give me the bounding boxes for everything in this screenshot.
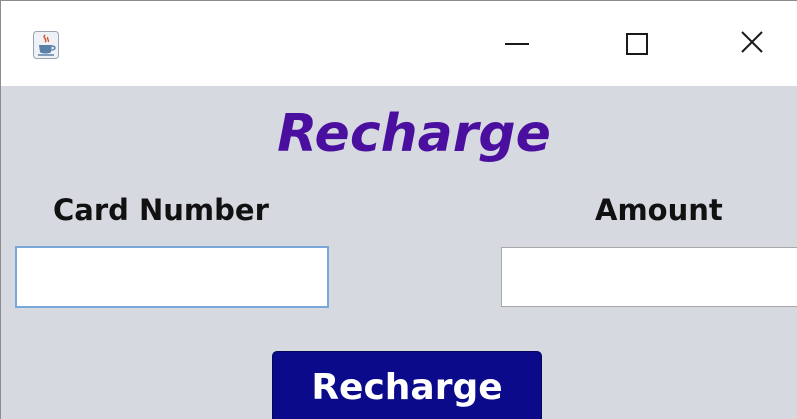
amount-field[interactable] <box>501 247 797 307</box>
minimize-button[interactable] <box>481 1 553 86</box>
card-number-field[interactable] <box>15 246 329 308</box>
card-number-label: Card Number <box>53 193 269 227</box>
maximize-button[interactable] <box>601 1 673 86</box>
amount-label: Amount <box>595 193 723 227</box>
minimize-icon <box>505 42 529 45</box>
java-cup-icon[interactable] <box>33 31 59 59</box>
recharge-button[interactable]: Recharge <box>272 351 542 419</box>
close-icon <box>740 30 764 58</box>
page-title: Recharge <box>277 104 551 164</box>
app-window: Recharge Card Number Amount Recharge <box>0 0 797 419</box>
maximize-icon <box>626 32 648 55</box>
close-button[interactable] <box>716 1 788 86</box>
recharge-panel: Recharge Card Number Amount Recharge <box>1 86 797 419</box>
title-bar[interactable] <box>1 1 797 86</box>
